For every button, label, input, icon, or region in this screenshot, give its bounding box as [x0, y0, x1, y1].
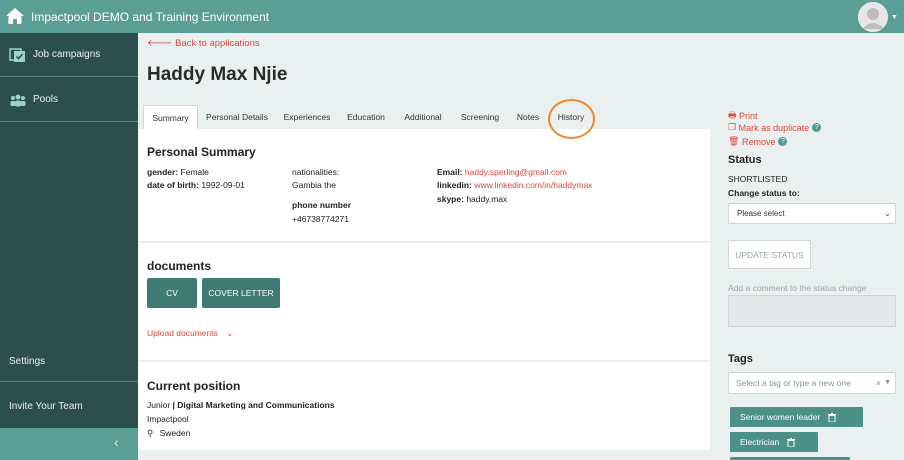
- linkedin-row: linkedin: www.linkedin.com/in/haddymax: [437, 180, 592, 190]
- sidebar-item-settings[interactable]: Settings: [9, 356, 45, 367]
- print-label: Print: [739, 111, 758, 121]
- back-to-applications-link[interactable]: 🡐 Back to applications: [147, 38, 260, 49]
- history-tab-highlight: [548, 99, 595, 139]
- clear-icon[interactable]: ×: [876, 373, 881, 393]
- tag-label: Senior women leader: [740, 412, 821, 422]
- phone-value: +46738774271: [292, 214, 349, 224]
- documents-card: documents CV COVER LETTER Upload documen…: [138, 243, 710, 360]
- status-comment-textarea[interactable]: [728, 295, 896, 327]
- nationalities-label: nationalities:: [292, 167, 340, 177]
- position-title: Digital Marketing and Communications: [177, 400, 335, 410]
- position-location-row: ⚲ Sweden: [147, 428, 190, 439]
- skype-row: skype: haddy.max: [437, 194, 507, 204]
- candidate-name: Haddy Max Njie: [147, 64, 288, 85]
- tab-summary[interactable]: Summary: [143, 105, 198, 129]
- position-location: Sweden: [159, 428, 191, 438]
- skype-value: haddy.max: [466, 194, 508, 204]
- position-level: Junior: [147, 400, 171, 410]
- mark-duplicate-link[interactable]: ❐ Mark as duplicate ?: [728, 122, 822, 133]
- gender-row: gender: Female: [147, 167, 209, 177]
- chevron-down-icon: ⌄: [884, 209, 891, 218]
- chevron-left-icon: ‹: [114, 434, 119, 450]
- right-panel: 🖶 Print ❐ Mark as duplicate ? 🗑 Remove ?…: [720, 33, 904, 460]
- personal-summary-card: Personal Summary gender: Female date of …: [138, 129, 710, 241]
- trash-icon: 🗑: [728, 136, 740, 146]
- phone-label: phone number: [292, 200, 352, 210]
- sidebar: Job campaigns Pools Settings Invite Your…: [0, 33, 138, 460]
- tab-education[interactable]: Education: [341, 105, 391, 129]
- sidebar-divider: [0, 381, 138, 382]
- position-company: Impactpool: [147, 414, 189, 424]
- sidebar-collapse-button[interactable]: ‹: [0, 428, 138, 460]
- remove-link[interactable]: 🗑 Remove ?: [728, 136, 788, 147]
- sidebar-item-label: Job campaigns: [33, 49, 101, 60]
- skype-label: skype:: [437, 194, 464, 204]
- linkedin-link[interactable]: www.linkedin.com/in/haddymax: [474, 180, 592, 190]
- checklist-icon: [9, 47, 25, 62]
- email-row: Email: haddy.sperling@gmail.com: [437, 167, 567, 177]
- current-position-card: Current position Junior | Digital Market…: [138, 362, 710, 450]
- sidebar-item-job-campaigns[interactable]: Job campaigns: [0, 33, 138, 77]
- trash-icon[interactable]: [787, 437, 796, 447]
- upload-documents-label: Upload documents: [147, 328, 218, 338]
- gender-value: Female: [180, 167, 209, 177]
- tag-chip: Electrician: [730, 432, 818, 452]
- help-icon[interactable]: ?: [778, 137, 788, 146]
- top-bar: Impactpool DEMO and Training Environment…: [0, 0, 904, 33]
- user-silhouette-icon: [858, 2, 888, 32]
- people-icon: [10, 94, 26, 106]
- dob-value: 1992-09-01: [201, 180, 245, 190]
- status-value: SHORTLISTED: [728, 174, 788, 184]
- tab-personal-details[interactable]: Personal Details: [202, 105, 272, 129]
- tab-screening[interactable]: Screening: [456, 105, 504, 129]
- tag-chip: Senior women leader: [730, 407, 863, 427]
- home-icon[interactable]: [5, 7, 25, 25]
- tab-notes[interactable]: Notes: [512, 105, 544, 129]
- copy-icon: ❐: [728, 122, 737, 132]
- linkedin-label: linkedin:: [437, 180, 472, 190]
- help-icon[interactable]: ?: [812, 123, 822, 132]
- remove-label: Remove: [741, 136, 776, 147]
- user-avatar[interactable]: [858, 2, 888, 32]
- current-position-heading: Current position: [147, 379, 241, 393]
- chevron-down-icon: ⌄: [226, 328, 234, 338]
- cv-button[interactable]: CV: [147, 278, 197, 308]
- change-status-label: Change status to:: [728, 188, 800, 198]
- sidebar-item-label: Pools: [33, 94, 59, 105]
- position-separator: |: [172, 400, 175, 410]
- upload-documents-link[interactable]: Upload documents ⌄: [147, 328, 233, 339]
- trash-icon[interactable]: [828, 412, 837, 422]
- tag-search-input[interactable]: Select a tag or type a new one × ▼: [728, 372, 896, 394]
- caret-down-icon[interactable]: ▼: [884, 373, 891, 393]
- app-title: Impactpool DEMO and Training Environment: [31, 10, 270, 24]
- tab-additional[interactable]: Additional: [398, 105, 448, 129]
- arrow-left-icon: 🡐: [147, 38, 173, 49]
- personal-summary-heading: Personal Summary: [147, 145, 256, 159]
- mark-duplicate-label: Mark as duplicate: [738, 122, 810, 133]
- dob-label: date of birth:: [147, 180, 199, 190]
- tags-heading: Tags: [728, 353, 753, 365]
- update-status-button[interactable]: UPDATE STATUS: [728, 240, 811, 269]
- tag-input-placeholder: Select a tag or type a new one: [736, 378, 851, 388]
- documents-heading: documents: [147, 259, 212, 273]
- status-comment-label: Add a comment to the status change: [728, 283, 867, 293]
- dob-row: date of birth: 1992-09-01: [147, 180, 245, 190]
- status-select[interactable]: Please select ⌄: [728, 203, 896, 224]
- tab-bar: Summary Personal Details Experiences Edu…: [138, 105, 710, 129]
- user-menu-caret-icon[interactable]: ▼: [891, 14, 898, 21]
- email-label: Email:: [437, 167, 463, 177]
- status-select-value: Please select: [737, 209, 785, 218]
- sidebar-item-invite-team[interactable]: Invite Your Team: [9, 401, 83, 412]
- cover-letter-button[interactable]: COVER LETTER: [202, 278, 280, 308]
- back-link-label: Back to applications: [175, 38, 260, 49]
- gender-label: gender:: [147, 167, 179, 177]
- position-title-row: Junior | Digital Marketing and Communica…: [147, 400, 335, 410]
- tag-label: Electrician: [740, 437, 780, 447]
- email-link[interactable]: haddy.sperling@gmail.com: [465, 167, 567, 177]
- status-heading: Status: [728, 154, 762, 166]
- sidebar-item-pools[interactable]: Pools: [0, 78, 138, 122]
- map-marker-icon: ⚲: [147, 428, 154, 438]
- tab-experiences[interactable]: Experiences: [280, 105, 334, 129]
- nationalities-value: Gambia the: [292, 180, 336, 190]
